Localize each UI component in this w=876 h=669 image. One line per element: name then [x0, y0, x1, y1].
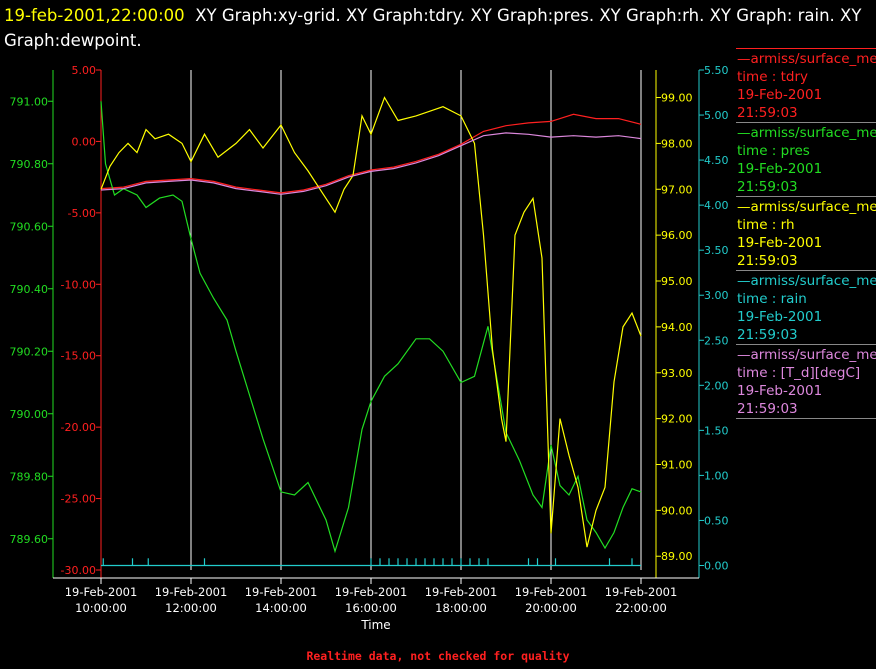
- legend-date: 19-Feb-2001: [737, 161, 823, 177]
- x-tick-date: 19-Feb-2001: [515, 585, 588, 599]
- x-axis-ticks: 19-Feb-2001 10:00:00 19-Feb-2001 12:00:00 19…: [65, 578, 678, 615]
- legend-var: time : rh: [737, 217, 795, 233]
- x-tick-time: 18:00:00: [435, 601, 487, 615]
- legend-entry: —armiss/surface_metime : tdry 19-Feb-2001…: [736, 48, 876, 122]
- rain-tick-label: 5.50: [704, 64, 729, 77]
- temp-tick-label: -15.00: [61, 350, 96, 363]
- legend: —armiss/surface_me time : tdry 19-Feb-2001…: [736, 48, 876, 419]
- temp-tick-label: -30.00: [61, 564, 96, 577]
- temp-tick-label: -25.00: [61, 493, 96, 506]
- temp-tick-label: -20.00: [61, 421, 96, 434]
- rh-tick-label: 89.00: [661, 550, 693, 563]
- rh-tick-label: 94.00: [661, 321, 693, 334]
- rain-tick-label: 0.00: [704, 559, 729, 572]
- x-tick-time: 20:00:00: [525, 601, 577, 615]
- pres-tick-label: 791.00: [10, 95, 49, 108]
- legend-entry: —armiss/surface_metime : rain 19-Feb-2001…: [736, 270, 876, 344]
- x-tick-date: 19-Feb-2001: [335, 585, 408, 599]
- x-tick-date: 19-Feb-2001: [605, 585, 678, 599]
- rain-tick-label: 4.00: [704, 199, 729, 212]
- x-tick-date: 19-Feb-2001: [425, 585, 498, 599]
- rh-tick-label: 93.00: [661, 367, 693, 380]
- pres-tick-label: 790.80: [10, 158, 49, 171]
- axes: 791.00 790.80 790.60 790.40 790.20 790.00 789.…: [10, 64, 729, 579]
- x-tick-time: 12:00:00: [165, 601, 217, 615]
- rh-tick-label: 98.00: [661, 137, 693, 150]
- legend-source: —armiss/surface_me: [737, 273, 876, 289]
- legend-source: —armiss/surface_me: [737, 51, 876, 67]
- rain-tick-label: 0.50: [704, 514, 729, 527]
- rh-tick-label: 97.00: [661, 183, 693, 196]
- temp-tick-label: 5.00: [72, 64, 97, 77]
- rh-tick-label: 90.00: [661, 504, 693, 517]
- x-tick-date: 19-Feb-2001: [65, 585, 138, 599]
- rain-tick-label: 1.50: [704, 424, 729, 437]
- rh-tick-label: 95.00: [661, 275, 693, 288]
- temp-tick-label: -5.00: [68, 207, 96, 220]
- legend-date: 19-Feb-2001: [737, 383, 823, 399]
- legend-entry: —armiss/surface_metime : [T_d][degC] 19-F…: [736, 344, 876, 418]
- legend-entry: —armiss/surface_metime : rh 19-Feb-2001 21…: [736, 196, 876, 270]
- rain-tick-label: 2.50: [704, 334, 729, 347]
- pres-tick-label: 789.80: [10, 470, 49, 483]
- pres-tick-label: 790.40: [10, 283, 49, 296]
- legend-var: time : [T_d][degC]: [737, 365, 861, 381]
- rain-tick-label: 4.50: [704, 154, 729, 167]
- pres-tick-label: 790.20: [10, 345, 49, 358]
- x-axis-label: Time: [360, 618, 390, 632]
- temp-tick-label: -10.00: [61, 278, 96, 291]
- rain-tick-label: 1.00: [704, 469, 729, 482]
- rh-tick-label: 91.00: [661, 458, 693, 471]
- rain-tick-label: 5.00: [704, 109, 729, 122]
- x-tick-date: 19-Feb-2001: [245, 585, 318, 599]
- legend-source: —armiss/surface_me: [737, 199, 876, 215]
- legend-divider: [736, 418, 876, 419]
- legend-time: 21:59:03: [737, 327, 798, 343]
- pres-tick-label: 790.00: [10, 408, 49, 421]
- x-tick-time: 22:00:00: [615, 601, 667, 615]
- legend-date: 19-Feb-2001: [737, 309, 823, 325]
- legend-time: 21:59:03: [737, 179, 798, 195]
- legend-var: time : rain: [737, 291, 807, 307]
- legend-source: —armiss/surface_me: [737, 347, 876, 363]
- legend-entry: —armiss/surface_metime : pres 19-Feb-2001…: [736, 122, 876, 196]
- rain-tick-label: 3.00: [704, 289, 729, 302]
- legend-source: —armiss/surface_me: [737, 125, 876, 141]
- legend-date: 19-Feb-2001: [737, 235, 823, 251]
- rh-tick-label: 92.00: [661, 413, 693, 426]
- legend-time: 21:59:03: [737, 401, 798, 417]
- legend-var: time : pres: [737, 143, 810, 159]
- legend-date: 19-Feb-2001: [737, 87, 823, 103]
- x-tick-date: 19-Feb-2001: [155, 585, 228, 599]
- rh-tick-label: 96.00: [661, 229, 693, 242]
- legend-time: 21:59:03: [737, 105, 798, 121]
- legend-var: time : tdry: [737, 69, 809, 85]
- temp-tick-label: 0.00: [72, 135, 97, 148]
- x-tick-time: 14:00:00: [255, 601, 307, 615]
- legend-time: 21:59:03: [737, 253, 798, 269]
- rain-tick-label: 3.50: [704, 244, 729, 257]
- pres-tick-label: 790.60: [10, 220, 49, 233]
- pres-tick-label: 789.60: [10, 533, 49, 546]
- grid-lines: [190, 70, 642, 570]
- x-tick-time: 16:00:00: [345, 601, 397, 615]
- x-tick-time: 10:00:00: [75, 601, 127, 615]
- rh-tick-label: 99.00: [661, 92, 693, 105]
- rain-tick-label: 2.00: [704, 379, 729, 392]
- quality-footnote: Realtime data, not checked for quality: [306, 649, 570, 663]
